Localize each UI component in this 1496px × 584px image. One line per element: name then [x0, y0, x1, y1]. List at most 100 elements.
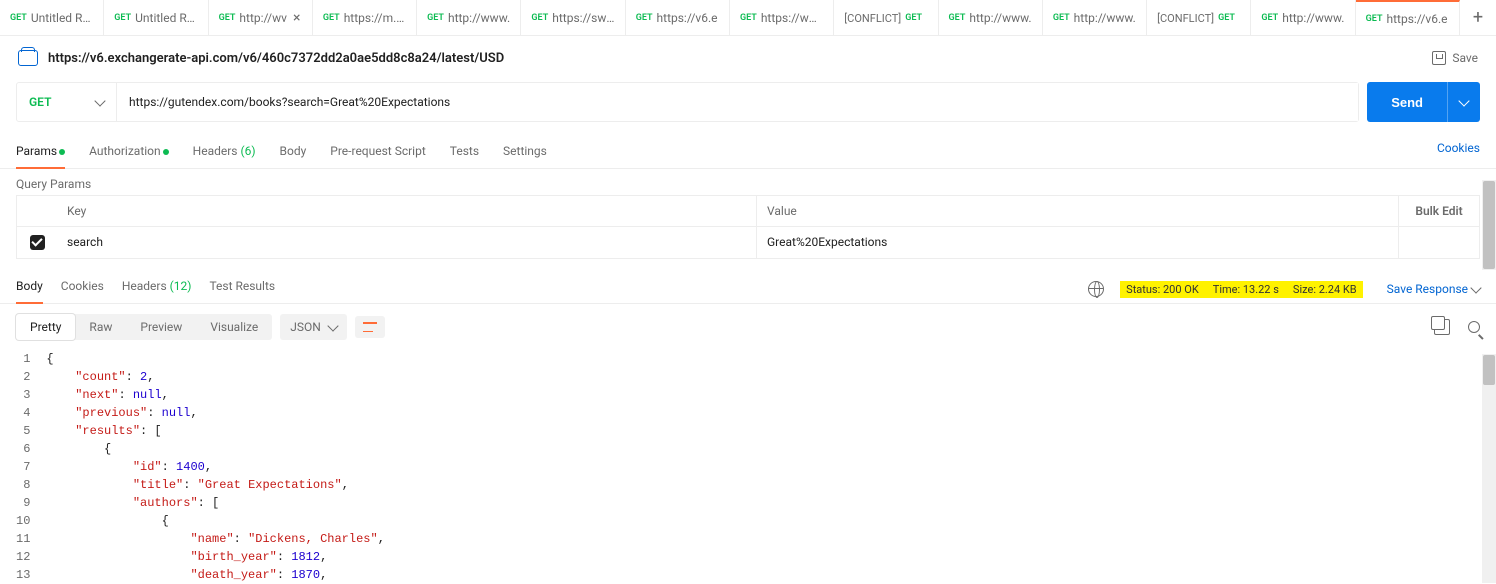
save-button[interactable]: Save	[1432, 51, 1478, 65]
tab-title: Untitled Req	[135, 11, 197, 25]
tab-method: GET	[531, 13, 548, 23]
tab-title: https://v6.e	[1387, 12, 1448, 26]
resp-tab-tests[interactable]: Test Results	[209, 275, 275, 303]
view-mode-group: Pretty Raw Preview Visualize	[16, 314, 272, 340]
tab-method: GET	[1218, 13, 1235, 23]
resp-headers-label: Headers	[122, 279, 167, 293]
resp-tab-cookies[interactable]: Cookies	[61, 275, 104, 303]
tab-tests[interactable]: Tests	[450, 138, 479, 168]
status-highlight: Status: 200 OK Time: 13.22 s Size: 2.24 …	[1120, 281, 1362, 298]
line-number: 8	[16, 476, 30, 494]
method-selector[interactable]: GET	[17, 83, 117, 121]
query-params-table: Key Value Bulk Edit search Great%20Expec…	[16, 195, 1480, 259]
close-icon[interactable]: ×	[293, 10, 300, 26]
workspace-tab[interactable]: GEThttp://www.	[417, 0, 521, 36]
line-number: 7	[16, 458, 30, 476]
tab-method: GET	[323, 13, 340, 23]
new-tab-button[interactable]: +	[1460, 0, 1496, 35]
workspace-tab[interactable]: GEThttps://v6.e	[1356, 0, 1460, 36]
chevron-down-icon	[94, 95, 105, 106]
line-number: 2	[16, 368, 30, 386]
view-raw[interactable]: Raw	[75, 314, 126, 340]
workspace-tab[interactable]: GET https://v6.e	[626, 0, 730, 36]
status-box: Status: 200 OK Time: 13.22 s Size: 2.24 …	[1088, 281, 1480, 298]
tab-method: GET	[427, 13, 444, 23]
line-number: 4	[16, 404, 30, 422]
header-row: https://v6.exchangerate-api.com/v6/460c7…	[0, 36, 1496, 74]
workspace-tab[interactable]: GETUntitled Req	[104, 0, 208, 36]
workspace-tab[interactable]: GEThttp://www.	[939, 0, 1043, 36]
workspace-tab[interactable]: GET http://www.	[1251, 0, 1355, 36]
workspace-tab[interactable]: GET https://m.me	[313, 0, 417, 36]
tab-settings[interactable]: Settings	[503, 138, 547, 168]
copy-icon[interactable]	[1434, 319, 1450, 335]
headers-count: (6)	[240, 144, 255, 158]
response-body: 12345678910111213 { "count": 2, "next": …	[0, 350, 1496, 584]
tab-params[interactable]: Params	[16, 138, 65, 168]
qp-actions	[1399, 227, 1479, 258]
response-header: Body Cookies Headers (12) Test Results S…	[0, 265, 1496, 304]
tab-strip: GETUntitled ReqGETUntitled ReqGEThttp://…	[0, 0, 1496, 36]
save-response-button[interactable]: Save Response	[1387, 282, 1480, 296]
resp-tab-headers[interactable]: Headers (12)	[122, 275, 192, 303]
workspace-tab[interactable]: GET https://www	[730, 0, 834, 36]
breadcrumb-url[interactable]: https://v6.exchangerate-api.com/v6/460c7…	[48, 51, 1432, 66]
view-visualize[interactable]: Visualize	[196, 314, 272, 340]
tab-headers[interactable]: Headers (6)	[193, 138, 256, 168]
tab-title: https://m.me	[344, 11, 406, 25]
scrollbar[interactable]	[1482, 354, 1496, 583]
tab-title: http://www.	[1074, 11, 1136, 25]
resp-tab-body[interactable]: Body	[16, 275, 43, 303]
format-selector[interactable]: JSON	[280, 314, 347, 340]
conflict-badge: [CONFLICT]	[1157, 12, 1214, 25]
line-number: 10	[16, 512, 30, 530]
request-line: GET Send	[0, 74, 1496, 130]
cookies-link[interactable]: Cookies	[1437, 141, 1480, 165]
bulk-edit-button[interactable]: Bulk Edit	[1399, 196, 1479, 226]
status-code: Status: 200 OK	[1126, 283, 1199, 296]
conflict-badge: [CONFLICT]	[844, 12, 901, 25]
format-label: JSON	[290, 320, 321, 334]
code-content[interactable]: { "count": 2, "next": null, "previous": …	[46, 350, 1480, 584]
send-button[interactable]: Send	[1367, 82, 1480, 122]
qp-key-cell[interactable]: search	[57, 227, 757, 258]
line-number: 1	[16, 350, 30, 368]
tab-authorization[interactable]: Authorization	[89, 138, 169, 168]
tab-headers-label: Headers	[193, 144, 238, 158]
tab-body[interactable]: Body	[280, 138, 307, 168]
tab-method: GET	[636, 13, 653, 23]
tab-method: GET	[1053, 13, 1070, 23]
view-pretty[interactable]: Pretty	[16, 314, 75, 340]
tab-prerequest[interactable]: Pre-request Script	[330, 138, 425, 168]
tab-title: http://www.	[1282, 11, 1344, 25]
workspace-tab[interactable]: GET http://www.	[1043, 0, 1147, 36]
send-dropdown[interactable]	[1447, 82, 1480, 122]
workspace-tab[interactable]: [CONFLICT] GET	[1147, 0, 1251, 36]
qp-value-cell[interactable]: Great%20Expectations	[757, 227, 1399, 258]
workspace-tab[interactable]: GETUntitled Req	[0, 0, 104, 36]
tab-title: http://www.	[969, 11, 1031, 25]
qp-checkbox-cell[interactable]	[17, 227, 57, 258]
tab-title: https://v6.e	[657, 11, 718, 25]
globe-icon[interactable]	[1088, 281, 1104, 297]
workspace-tab[interactable]: GEThttp://wv×	[209, 0, 313, 36]
tab-method: GET	[1261, 13, 1278, 23]
method-url-group: GET	[16, 82, 1359, 122]
search-icon[interactable]	[1468, 321, 1480, 333]
dot-indicator	[59, 149, 65, 155]
url-input[interactable]	[117, 83, 1358, 121]
tab-method: GET	[905, 13, 922, 23]
line-number: 5	[16, 422, 30, 440]
tab-method: GET	[949, 13, 966, 23]
tab-method: GET	[740, 13, 757, 23]
wrap-toggle[interactable]	[355, 316, 385, 338]
scrollbar[interactable]	[1482, 180, 1496, 270]
view-preview[interactable]: Preview	[126, 314, 196, 340]
workspace-tab[interactable]: GEThttps://swap	[521, 0, 625, 36]
chevron-down-icon	[1470, 282, 1481, 293]
http-icon	[18, 50, 38, 66]
workspace-tab[interactable]: [CONFLICT] GET	[834, 0, 938, 36]
resp-headers-count: (12)	[170, 279, 192, 293]
tab-title: https://www	[761, 11, 823, 25]
wrap-icon	[363, 322, 377, 332]
